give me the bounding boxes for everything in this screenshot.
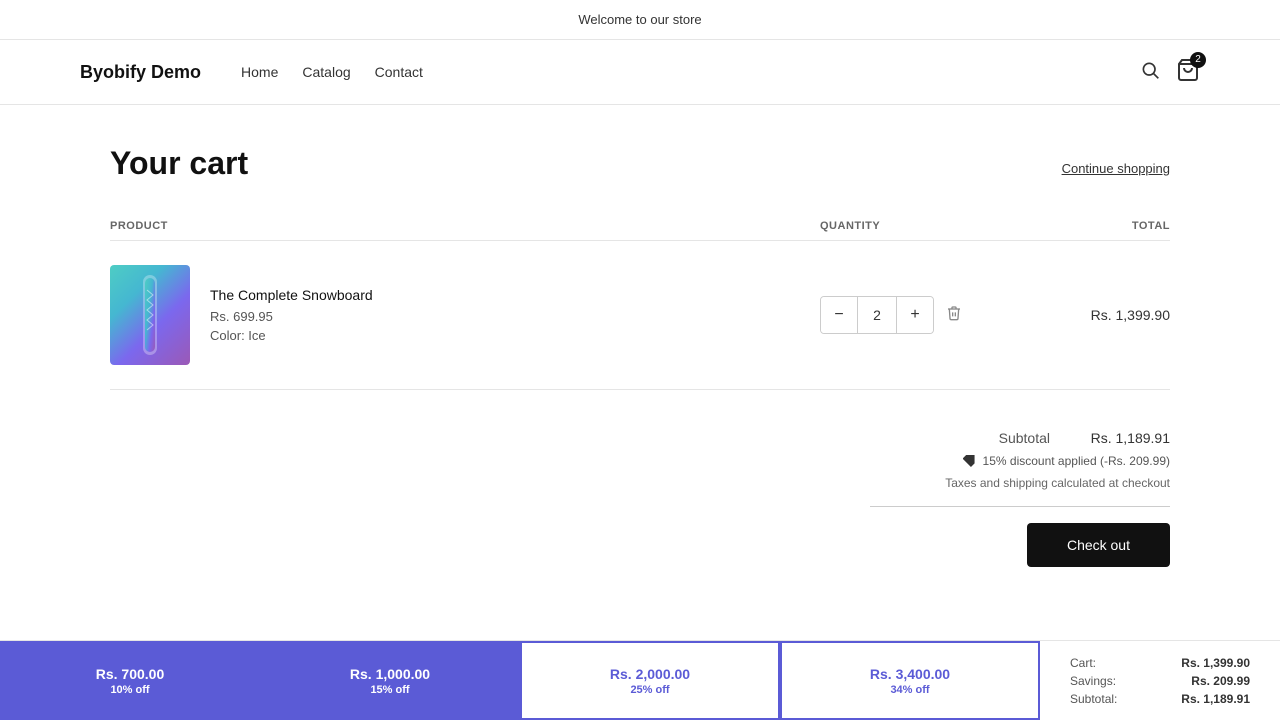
totals-savings-value: Rs. 209.99 <box>1191 674 1250 688</box>
product-color: Color: Ice <box>210 328 373 343</box>
tier-2-discount: 15% off <box>370 684 409 696</box>
totals-savings-row: Savings: Rs. 209.99 <box>1070 674 1250 688</box>
delete-item-button[interactable] <box>946 305 962 326</box>
quantity-increase-button[interactable]: + <box>897 297 933 333</box>
totals-subtotal-row: Subtotal: Rs. 1,189.91 <box>1070 692 1250 706</box>
header-right: 2 <box>1140 58 1200 87</box>
brand-name[interactable]: Byobify Demo <box>80 62 201 83</box>
quantity-controls: − 2 + <box>820 296 1020 334</box>
tier-1-amount: Rs. 700.00 <box>96 666 165 682</box>
search-icon[interactable] <box>1140 60 1160 85</box>
subtotal-label: Subtotal <box>999 430 1050 446</box>
totals-cart-value: Rs. 1,399.90 <box>1181 656 1250 670</box>
discount-tiers: Rs. 700.00 10% off Rs. 1,000.00 15% off … <box>0 641 1040 720</box>
totals-savings-label: Savings: <box>1070 674 1116 688</box>
cart-badge: 2 <box>1190 52 1206 68</box>
taxes-note: Taxes and shipping calculated at checkou… <box>110 476 1170 490</box>
product-image <box>110 265 190 365</box>
continue-shopping-link[interactable]: Continue shopping <box>1062 161 1170 176</box>
discount-text: 15% discount applied (-Rs. 209.99) <box>983 454 1170 468</box>
quantity-value: 2 <box>857 297 897 333</box>
tier-4[interactable]: Rs. 3,400.00 34% off <box>780 641 1040 720</box>
nav-catalog[interactable]: Catalog <box>302 64 350 80</box>
subtotal-row: Subtotal Rs. 1,189.91 <box>110 430 1170 446</box>
tier-3-discount: 25% off <box>630 684 669 696</box>
quantity-box: − 2 + <box>820 296 934 334</box>
discount-tag-icon <box>963 455 975 467</box>
totals-subtotal-value: Rs. 1,189.91 <box>1181 692 1250 706</box>
product-info: The Complete Snowboard Rs. 699.95 Color:… <box>110 265 820 365</box>
product-price: Rs. 699.95 <box>210 309 373 324</box>
totals-cart-label: Cart: <box>1070 656 1096 670</box>
subtotal-value: Rs. 1,189.91 <box>1070 430 1170 446</box>
tier-2[interactable]: Rs. 1,000.00 15% off <box>260 641 520 720</box>
tier-4-discount: 34% off <box>890 684 929 696</box>
checkout-button[interactable]: Check out <box>1027 523 1170 567</box>
item-total: Rs. 1,399.90 <box>1020 307 1170 323</box>
tier-2-amount: Rs. 1,000.00 <box>350 666 430 682</box>
discount-row: 15% discount applied (-Rs. 209.99) <box>110 454 1170 468</box>
col-product: PRODUCT <box>110 220 820 232</box>
main-content: Your cart Continue shopping PRODUCT QUAN… <box>90 105 1190 683</box>
discount-bar: Rs. 700.00 10% off Rs. 1,000.00 15% off … <box>0 640 1280 720</box>
main-nav: Home Catalog Contact <box>241 64 423 80</box>
tier-1[interactable]: Rs. 700.00 10% off <box>0 641 260 720</box>
totals-subtotal-label: Subtotal: <box>1070 692 1117 706</box>
tier-3[interactable]: Rs. 2,000.00 25% off <box>520 641 780 720</box>
product-name: The Complete Snowboard <box>210 287 373 303</box>
col-total: TOTAL <box>1020 220 1170 232</box>
tier-3-amount: Rs. 2,000.00 <box>610 666 690 682</box>
cart-item: The Complete Snowboard Rs. 699.95 Color:… <box>110 241 1170 390</box>
product-details: The Complete Snowboard Rs. 699.95 Color:… <box>210 287 373 343</box>
banner-text: Welcome to our store <box>578 12 701 27</box>
cart-table-header: PRODUCT QUANTITY TOTAL <box>110 212 1170 241</box>
nav-home[interactable]: Home <box>241 64 278 80</box>
header-left: Byobify Demo Home Catalog Contact <box>80 62 423 83</box>
top-banner: Welcome to our store <box>0 0 1280 40</box>
cart-summary: Subtotal Rs. 1,189.91 15% discount appli… <box>110 430 1170 523</box>
tier-4-amount: Rs. 3,400.00 <box>870 666 950 682</box>
cart-totals-bar: Cart: Rs. 1,399.90 Savings: Rs. 209.99 S… <box>1040 641 1280 720</box>
tier-1-discount: 10% off <box>110 684 149 696</box>
page-title: Your cart <box>110 145 248 182</box>
col-quantity: QUANTITY <box>820 220 1020 232</box>
header: Byobify Demo Home Catalog Contact <box>0 40 1280 105</box>
page-header: Your cart Continue shopping <box>110 145 1170 182</box>
quantity-decrease-button[interactable]: − <box>821 297 857 333</box>
totals-cart-row: Cart: Rs. 1,399.90 <box>1070 656 1250 670</box>
nav-contact[interactable]: Contact <box>375 64 423 80</box>
cart-icon[interactable]: 2 <box>1176 58 1200 87</box>
